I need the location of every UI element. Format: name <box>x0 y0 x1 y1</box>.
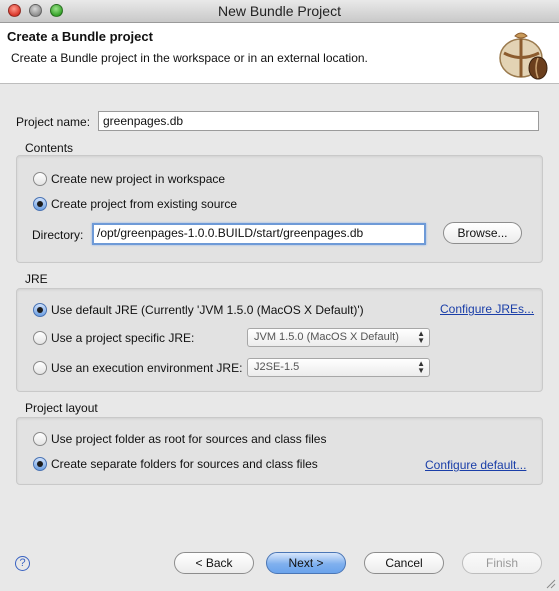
env-jre-value: J2SE-1.5 <box>254 361 300 373</box>
radio-env-jre-label[interactable]: Use an execution environment JRE: <box>51 361 242 375</box>
radio-separate-folders[interactable] <box>33 457 47 471</box>
specific-jre-value: JVM 1.5.0 (MacOS X Default) <box>254 331 399 343</box>
directory-input[interactable]: /opt/greenpages-1.0.0.BUILD/start/greenp… <box>92 223 426 245</box>
page-title: Create a Bundle project <box>7 29 153 44</box>
radio-separate-folders-label[interactable]: Create separate folders for sources and … <box>51 457 318 471</box>
next-button[interactable]: Next > <box>266 552 346 574</box>
configure-default-link[interactable]: Configure default... <box>425 458 526 472</box>
browse-button[interactable]: Browse... <box>443 222 522 244</box>
page-description: Create a Bundle project in the workspace… <box>11 51 368 65</box>
radio-default-jre[interactable] <box>33 303 47 317</box>
project-name-input[interactable]: greenpages.db <box>98 111 539 131</box>
select-arrows-icon: ▲ ▼ <box>417 329 425 345</box>
radio-existing-source[interactable] <box>33 197 47 211</box>
layout-group-title: Project layout <box>25 401 98 415</box>
bundle-icon <box>499 32 548 80</box>
back-button[interactable]: < Back <box>174 552 254 574</box>
project-name-label: Project name: <box>16 115 91 129</box>
resize-grip-icon[interactable] <box>544 577 556 589</box>
cancel-button[interactable]: Cancel <box>364 552 444 574</box>
env-jre-select[interactable]: J2SE-1.5 ▲ ▼ <box>247 358 430 377</box>
radio-existing-source-label[interactable]: Create project from existing source <box>51 197 237 211</box>
help-icon[interactable]: ? <box>15 556 30 571</box>
radio-env-jre[interactable] <box>33 361 47 375</box>
layout-group <box>16 417 543 485</box>
radio-specific-jre[interactable] <box>33 331 47 345</box>
radio-folder-root-label[interactable]: Use project folder as root for sources a… <box>51 432 326 446</box>
configure-jres-link[interactable]: Configure JREs... <box>440 302 534 316</box>
window-title: New Bundle Project <box>218 3 341 19</box>
contents-group-title: Contents <box>25 141 74 155</box>
select-arrows-icon: ▲ ▼ <box>417 359 425 375</box>
jre-group-title: JRE <box>25 272 48 286</box>
directory-label: Directory: <box>32 228 84 242</box>
radio-folder-root[interactable] <box>33 432 47 446</box>
finish-button: Finish <box>462 552 542 574</box>
radio-specific-jre-label[interactable]: Use a project specific JRE: <box>51 331 194 345</box>
specific-jre-select[interactable]: JVM 1.5.0 (MacOS X Default) ▲ ▼ <box>247 328 430 347</box>
radio-new-project-label[interactable]: Create new project in workspace <box>51 172 225 186</box>
radio-new-project[interactable] <box>33 172 47 186</box>
radio-default-jre-label[interactable]: Use default JRE (Currently 'JVM 1.5.0 (M… <box>51 303 364 317</box>
